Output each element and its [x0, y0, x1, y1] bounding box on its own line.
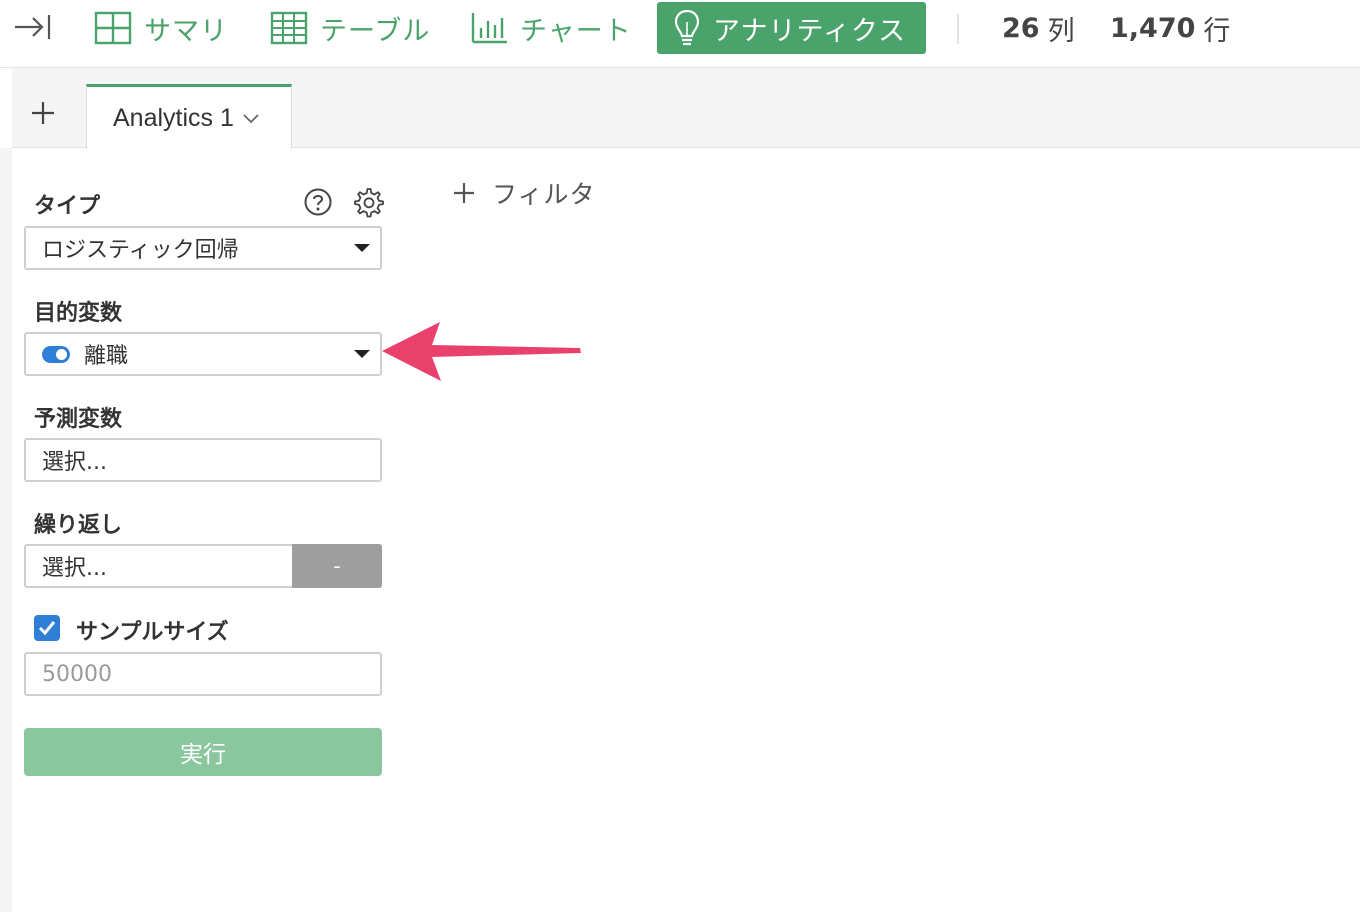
table-icon — [270, 11, 308, 45]
predictor-variables-label: 予測変数 — [34, 407, 123, 432]
nav-analytics-button[interactable]: アナリティクス — [657, 2, 926, 54]
repeat-clear-button[interactable]: - — [292, 544, 382, 588]
sample-size-checkbox[interactable] — [34, 615, 60, 641]
checkmark-icon — [38, 621, 56, 636]
nav-table-button[interactable]: テーブル — [270, 2, 430, 54]
add-tab-button[interactable] — [28, 98, 58, 128]
lightbulb-icon — [674, 9, 700, 46]
sample-size-placeholder: 50000 — [42, 661, 112, 687]
nav-analytics-label: アナリティクス — [713, 15, 907, 47]
nav-table-label: テーブル — [320, 15, 431, 47]
help-icon[interactable] — [303, 187, 333, 217]
caret-down-icon — [354, 244, 370, 252]
target-variable-value: 離職 — [84, 344, 129, 369]
run-button[interactable]: 実行 — [24, 728, 382, 776]
collapse-panel-icon[interactable] — [10, 12, 54, 42]
plus-icon — [454, 183, 474, 203]
gear-icon[interactable] — [352, 186, 384, 218]
column-count-unit: 列 — [1047, 15, 1075, 47]
boolean-type-icon — [42, 345, 70, 363]
add-filter-button[interactable]: フィルタ — [452, 176, 596, 210]
nav-summary-button[interactable]: サマリ — [94, 2, 228, 54]
top-toolbar: サマリ テーブル チャート アナリティクス 26 列 1,470 行 — [0, 0, 1360, 68]
repeat-placeholder: 選択... — [42, 556, 107, 581]
chevron-down-icon[interactable] — [242, 112, 260, 124]
nav-summary-label: サマリ — [144, 15, 228, 47]
target-variable-label: 目的変数 — [34, 301, 123, 326]
nav-chart-button[interactable]: チャート — [470, 2, 632, 54]
nav-chart-label: チャート — [520, 15, 632, 47]
type-label: タイプ — [34, 194, 101, 219]
toolbar-divider — [957, 14, 959, 44]
target-variable-select[interactable]: 離職 — [24, 332, 382, 376]
filter-label: フィルタ — [492, 180, 596, 209]
analytics-tabs-bar: Analytics 1 — [12, 68, 1360, 149]
sample-size-label: サンプルサイズ — [76, 620, 229, 645]
bar-chart-icon — [471, 13, 507, 44]
annotation-arrow-icon — [382, 322, 581, 381]
tab-label: Analytics 1 — [113, 103, 234, 132]
caret-down-icon — [354, 350, 370, 358]
row-count-unit: 行 — [1203, 15, 1231, 47]
predictor-variables-select[interactable]: 選択... — [24, 438, 382, 482]
repeat-label: 繰り返し — [34, 513, 123, 538]
tab-analytics-1[interactable]: Analytics 1 — [86, 84, 292, 149]
column-count-value: 26 — [1002, 12, 1040, 44]
plus-icon — [32, 102, 54, 124]
sample-size-input[interactable]: 50000 — [24, 652, 382, 696]
repeat-select[interactable]: 選択... - — [24, 544, 382, 588]
predictor-variables-placeholder: 選択... — [42, 450, 107, 475]
column-count: 26 列 — [1002, 8, 1075, 48]
type-select[interactable]: ロジスティック回帰 — [24, 226, 382, 270]
type-selected-value: ロジスティック回帰 — [42, 238, 239, 263]
panel-left-border — [0, 148, 12, 912]
row-count: 1,470 行 — [1110, 8, 1230, 48]
row-count-value: 1,470 — [1110, 12, 1196, 44]
summary-grid-icon — [94, 11, 132, 45]
